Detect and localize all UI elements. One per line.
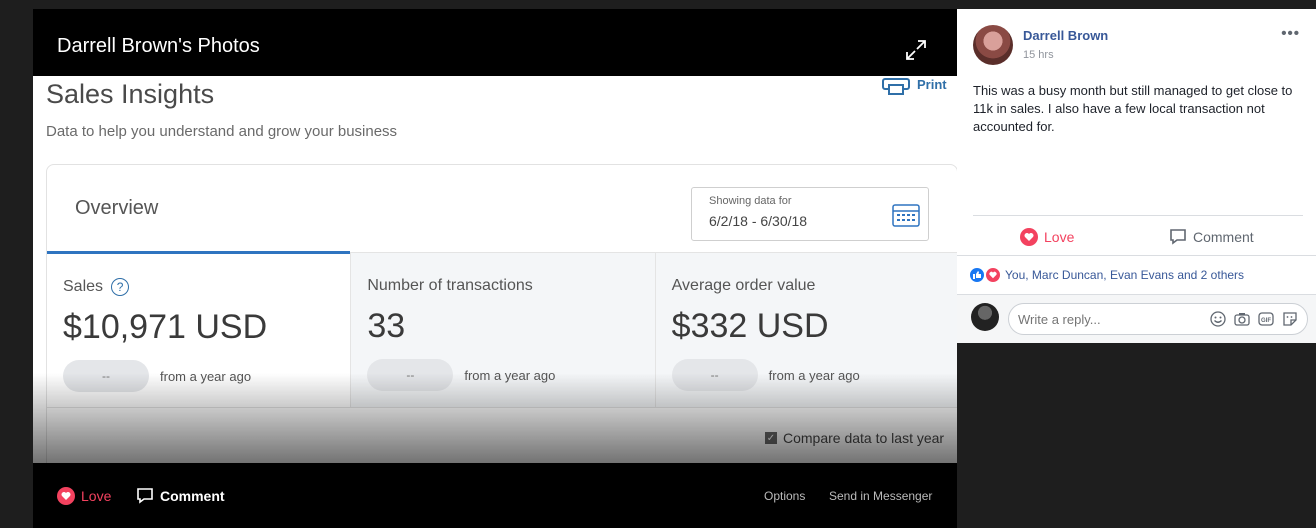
photo[interactable]: Sales Insights Data to help you understa… [33,9,957,463]
expand-icon[interactable] [905,39,927,61]
reactions-summary[interactable]: You, Marc Duncan, Evan Evans and 2 other… [969,267,1244,283]
more-options-icon[interactable]: ••• [1281,25,1300,42]
change-pill: -- [671,359,758,391]
post-timestamp[interactable]: 15 hrs [1023,49,1054,61]
metric-label: Number of transactions [367,277,533,294]
metric-sales: Sales ? $10,971 USD -- from a year ago [47,251,351,407]
viewer-title: Darrell Brown's Photos [57,35,260,57]
compare-checkbox: ✓ Compare data to last year [765,430,944,446]
compare-text: from a year ago [160,369,252,384]
metric-label: Sales [63,278,104,295]
emoji-icon[interactable] [1210,311,1226,327]
help-icon: ? [111,278,130,296]
print-link: Print [881,73,947,95]
sidebar-love-button[interactable]: Love [1020,228,1074,246]
comment-label: Comment [160,487,225,504]
avatar [971,303,999,331]
reactions-text: You, Marc Duncan, Evan Evans and 2 other… [1005,268,1245,282]
checkbox-checked-icon: ✓ [765,432,777,444]
metric-value: 33 [367,307,406,345]
overview-heading: Overview [75,197,159,219]
divider [957,255,1316,256]
post-text: This was a busy month but still managed … [973,83,1293,134]
sales-insights-subtitle: Data to help you understand and grow you… [46,123,398,140]
print-label: Print [917,76,947,92]
love-button[interactable]: Love [57,487,111,505]
screen: Sales Insights Data to help you understa… [0,0,1316,528]
metrics-row: Sales ? $10,971 USD -- from a year ago N… [47,251,957,408]
metric-average-order: Average order value $332 USD -- from a y… [654,253,957,407]
comment-icon [137,488,153,504]
svg-text:GIF: GIF [1261,318,1271,324]
metric-sales-label-wrap: Sales ? [63,278,130,296]
options-button[interactable]: Options [764,489,805,503]
change-pill: -- [367,359,454,391]
sidebar-comment-button[interactable]: Comment [1169,228,1254,245]
post-sidebar: Darrell Brown 15 hrs ••• This was a busy… [957,9,1316,343]
viewer-header: Darrell Brown's Photos [33,9,957,76]
metric-value: $332 USD [671,307,829,345]
camera-icon[interactable] [1234,311,1250,327]
compare-text: from a year ago [464,368,556,383]
sidebar-empty-area [957,343,1316,528]
date-range-label: Showing data for [709,195,792,207]
author-name[interactable]: Darrell Brown [1023,28,1108,43]
like-reaction-icon [969,267,985,283]
sticker-icon[interactable] [1282,311,1298,327]
metric-transactions: Number of transactions 33 -- from a year… [350,253,655,407]
reply-area: GIF [957,294,1316,343]
sales-insights-title: Sales Insights [46,79,215,109]
sidebar-love-label: Love [1044,229,1075,245]
change-pill: -- [63,360,149,392]
divider [973,215,1303,216]
heart-icon [57,487,75,505]
sidebar-comment-label: Comment [1193,228,1254,245]
metric-label: Average order value [671,277,816,294]
overview-card: Overview Showing data for 6/2/18 - 6/30/… [46,164,957,463]
love-reaction-icon [985,267,1001,283]
avatar[interactable] [973,25,1013,65]
date-range-value: 6/2/18 - 6/30/18 [709,213,808,229]
comment-button[interactable]: Comment [136,487,225,504]
calendar-icon [892,204,920,227]
send-in-messenger-button[interactable]: Send in Messenger [829,489,932,503]
date-range-box: Showing data for 6/2/18 - 6/30/18 [691,187,929,241]
gif-icon[interactable]: GIF [1258,311,1274,327]
reply-tools: GIF [1210,311,1298,327]
compare-text: from a year ago [768,368,860,383]
heart-icon [1020,228,1038,246]
love-label: Love [81,488,112,504]
photo-viewer: Sales Insights Data to help you understa… [33,9,957,528]
printer-icon [882,78,910,95]
metric-value: $10,971 USD [63,308,268,346]
compare-checkbox-label: Compare data to last year [783,430,945,446]
comment-icon [1170,229,1186,245]
